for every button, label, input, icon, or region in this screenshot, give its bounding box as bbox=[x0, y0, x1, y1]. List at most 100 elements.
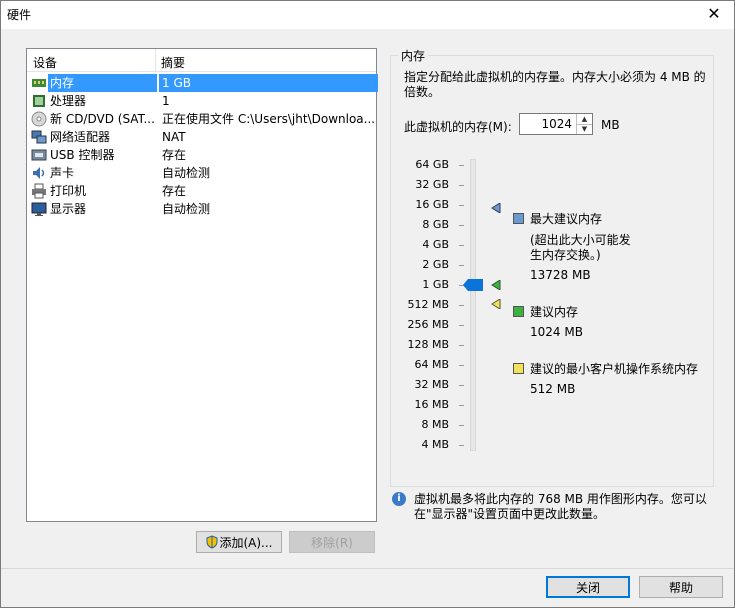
scale-tick-label: 16 GB bbox=[415, 198, 449, 211]
network-icon bbox=[31, 130, 47, 144]
close-window-button[interactable]: ✕ bbox=[702, 3, 726, 25]
max-legend-label: 最大建议内存 bbox=[530, 212, 603, 226]
display-icon bbox=[31, 202, 47, 216]
device-summary: 存在 bbox=[162, 184, 187, 198]
memory-spinbox[interactable]: 1024 ▲ ▼ bbox=[519, 113, 593, 135]
device-name: 声卡 bbox=[50, 166, 75, 180]
info-icon: i bbox=[392, 492, 406, 506]
scale-tick-label: 4 MB bbox=[421, 438, 449, 451]
scale-tick-label: 32 GB bbox=[415, 178, 449, 191]
device-summary: NAT bbox=[162, 130, 186, 144]
device-row-network[interactable]: 网络适配器 NAT bbox=[27, 128, 376, 146]
device-name: 显示器 bbox=[50, 202, 87, 216]
title-bar: 硬件 ✕ bbox=[1, 1, 734, 29]
memory-unit: MB bbox=[601, 118, 620, 132]
footer-divider bbox=[1, 568, 734, 569]
help-button[interactable]: 帮助 bbox=[639, 576, 723, 598]
scale-tick-mark bbox=[459, 205, 464, 206]
device-name: 新 CD/DVD (SAT... bbox=[50, 112, 155, 126]
scale-tick-mark bbox=[459, 345, 464, 346]
scale-tick-label: 2 GB bbox=[422, 258, 449, 271]
scale-tick-mark bbox=[459, 185, 464, 186]
device-row-memory[interactable]: 内存 1 GB bbox=[27, 74, 378, 92]
scale-tick-label: 4 GB bbox=[422, 238, 449, 251]
max-legend-swatch bbox=[513, 213, 524, 224]
device-name: 网络适配器 bbox=[50, 130, 111, 144]
memory-group-title: 内存 bbox=[398, 47, 429, 64]
processor-icon bbox=[33, 95, 45, 107]
scale-tick-label: 8 GB bbox=[422, 218, 449, 231]
close-button[interactable]: 关闭 bbox=[546, 576, 630, 598]
scale-tick-mark bbox=[459, 265, 464, 266]
shield-icon bbox=[206, 535, 218, 549]
hardware-dialog: 硬件 ✕ 设备 摘要 内存 1 GB 处理器 1 新 CD/DVD (SAT..… bbox=[0, 0, 735, 608]
scale-tick-label: 64 GB bbox=[415, 158, 449, 171]
device-name: 处理器 bbox=[50, 94, 87, 108]
device-row-display[interactable]: 显示器 自动检测 bbox=[27, 200, 376, 218]
scale-tick-label: 256 MB bbox=[407, 318, 449, 331]
scale-tick-mark bbox=[459, 225, 464, 226]
recommended-marker-icon bbox=[491, 280, 501, 290]
device-name: USB 控制器 bbox=[50, 148, 115, 162]
scale-tick-mark bbox=[459, 385, 464, 386]
device-list-header: 设备 摘要 bbox=[27, 49, 376, 72]
recommended-legend-value: 1024 MB bbox=[530, 325, 583, 339]
memory-slider-track[interactable] bbox=[470, 159, 476, 451]
memory-slider-thumb[interactable] bbox=[463, 279, 483, 291]
scale-tick-mark bbox=[459, 445, 464, 446]
device-row-processor[interactable]: 处理器 1 bbox=[27, 92, 376, 110]
scale-tick-mark bbox=[459, 425, 464, 426]
memory-value[interactable]: 1024 bbox=[541, 117, 572, 131]
device-list[interactable]: 设备 摘要 内存 1 GB 处理器 1 新 CD/DVD (SAT... 正在使… bbox=[26, 48, 378, 522]
spin-down-arrow-icon[interactable]: ▼ bbox=[576, 124, 592, 134]
printer-icon bbox=[32, 183, 46, 199]
scale-tick-label: 512 MB bbox=[407, 298, 449, 311]
recommended-legend-swatch bbox=[513, 306, 524, 317]
device-summary: 自动检测 bbox=[162, 202, 211, 216]
memory-icon bbox=[32, 79, 46, 87]
device-summary: 正在使用文件 C:\Users\jht\Downloa... bbox=[162, 112, 376, 126]
scale-tick-mark bbox=[459, 165, 464, 166]
device-summary: 1 GB bbox=[159, 74, 378, 92]
device-summary: 存在 bbox=[162, 148, 187, 162]
device-row-sound[interactable]: 声卡 自动检测 bbox=[27, 164, 376, 182]
add-device-button[interactable]: 添加(A)... bbox=[196, 531, 282, 553]
memory-field-label: 此虚拟机的内存(M): bbox=[404, 120, 512, 134]
min-legend-swatch bbox=[513, 363, 524, 374]
recommended-legend-label: 建议内存 bbox=[530, 305, 579, 319]
add-button-label: 添加(A)... bbox=[219, 536, 273, 550]
scale-tick-label: 64 MB bbox=[414, 358, 449, 371]
usb-icon bbox=[31, 149, 47, 161]
min-legend-label: 建议的最小客户机操作系统内存 bbox=[530, 362, 699, 376]
scale-tick-mark bbox=[459, 245, 464, 246]
max-legend-note: (超出此大小可能发生内存交换。) bbox=[530, 233, 631, 262]
column-header-device[interactable]: 设备 bbox=[33, 54, 57, 71]
device-row-printer[interactable]: 打印机 存在 bbox=[27, 182, 376, 200]
scale-tick-label: 32 MB bbox=[414, 378, 449, 391]
scale-tick-mark bbox=[459, 405, 464, 406]
graphics-memory-info: 虚拟机最多将此内存的 768 MB 用作图形内存。您可以在"显示器"设置页面中更… bbox=[414, 492, 707, 521]
device-row-usb[interactable]: USB 控制器 存在 bbox=[27, 146, 376, 164]
scale-tick-label: 1 GB bbox=[422, 278, 449, 291]
remove-device-button[interactable]: 移除(R) bbox=[289, 531, 375, 553]
min-recommended-marker-icon bbox=[491, 299, 501, 309]
max-recommended-marker-icon bbox=[491, 203, 501, 213]
scale-tick-mark bbox=[459, 305, 464, 306]
device-summary: 自动检测 bbox=[162, 166, 211, 180]
min-legend-value: 512 MB bbox=[530, 382, 576, 396]
scale-tick-mark bbox=[459, 365, 464, 366]
scale-tick-label: 8 MB bbox=[421, 418, 449, 431]
device-name: 打印机 bbox=[50, 184, 87, 198]
device-name: 内存 bbox=[48, 74, 157, 92]
scale-tick-mark bbox=[459, 325, 464, 326]
memory-description: 指定分配给此虚拟机的内存量。内存大小必须为 4 MB 的倍数。 bbox=[404, 70, 706, 99]
window-title: 硬件 bbox=[7, 8, 32, 22]
device-summary: 1 bbox=[162, 94, 170, 108]
cd-icon bbox=[31, 111, 47, 127]
scale-tick-label: 128 MB bbox=[407, 338, 449, 351]
column-header-summary[interactable]: 摘要 bbox=[161, 54, 185, 71]
scale-tick-label: 16 MB bbox=[414, 398, 449, 411]
device-row-cd-dvd[interactable]: 新 CD/DVD (SAT... 正在使用文件 C:\Users\jht\Dow… bbox=[27, 110, 376, 128]
max-legend-value: 13728 MB bbox=[530, 268, 591, 282]
sound-icon bbox=[33, 167, 45, 179]
